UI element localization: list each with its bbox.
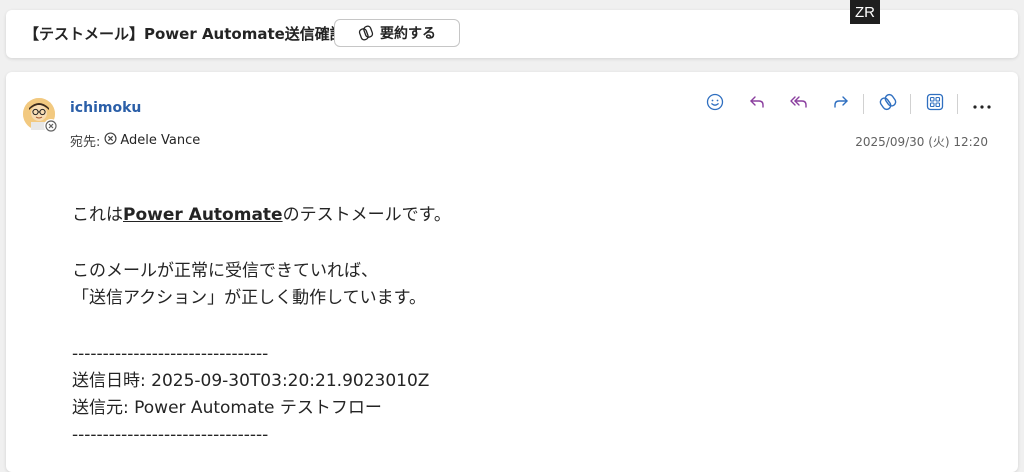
message-toolbar [701,92,1010,116]
zr-badge: ZR [850,0,880,24]
message-reading-pane: ichimoku 宛先: Adele Vance 2025/09/30 (火) … [6,72,1018,472]
toolbar-divider [910,94,911,114]
power-automate-link[interactable]: Power Automate [123,205,283,225]
copilot-button[interactable] [874,92,902,116]
copilot-icon [878,92,898,116]
toolbar-divider [863,94,864,114]
body-line-intro: これはPower Automateのテストメールです。 [72,202,451,229]
recipient-chip[interactable]: Adele Vance [104,132,200,149]
reply-all-button[interactable] [785,92,813,116]
message-date: 2025/09/30 (火) 12:20 [855,135,988,149]
body-separator: -------------------------------- [72,344,269,364]
body-line-2: このメールが正常に受信できていれば、 [72,261,378,281]
avatar[interactable] [23,98,58,133]
presence-offline-icon [44,119,58,133]
body-sender-info: 送信元: Power Automate テストフロー [72,398,382,418]
to-label: 宛先: [70,135,101,150]
message-body: これはPower Automateのテストメールです。 このメールが正常に受信で… [72,202,451,449]
reply-all-icon [789,93,809,115]
copilot-icon [358,25,374,41]
apps-icon [926,93,944,115]
forward-icon [832,93,850,115]
recipients-line: 宛先: Adele Vance [70,131,200,150]
forward-button[interactable] [827,92,855,116]
smiley-icon [706,93,724,115]
reply-button[interactable] [743,92,771,116]
body-sent-time: 送信日時: 2025-09-30T03:20:21.9023010Z [72,371,430,391]
body-line-3: 「送信アクション」が正しく動作しています。 [72,288,426,308]
more-icon [972,95,992,114]
summarize-label: 要約する [380,26,436,42]
subject-title: 【テストメール】Power Automate送信確認 [24,25,345,43]
apps-button[interactable] [921,92,949,116]
react-button[interactable] [701,92,729,116]
toolbar-divider [957,94,958,114]
recipient-offline-icon [104,132,117,149]
sender-name[interactable]: ichimoku [70,100,141,116]
body-intro-prefix: これは [72,205,123,225]
body-intro-suffix: のテストメールです。 [282,205,451,225]
more-actions-button[interactable] [968,92,996,116]
body-separator-end: -------------------------------- [72,425,269,445]
summarize-button[interactable]: 要約する [334,19,460,47]
reply-icon [748,93,766,115]
recipient-name: Adele Vance [120,133,201,148]
